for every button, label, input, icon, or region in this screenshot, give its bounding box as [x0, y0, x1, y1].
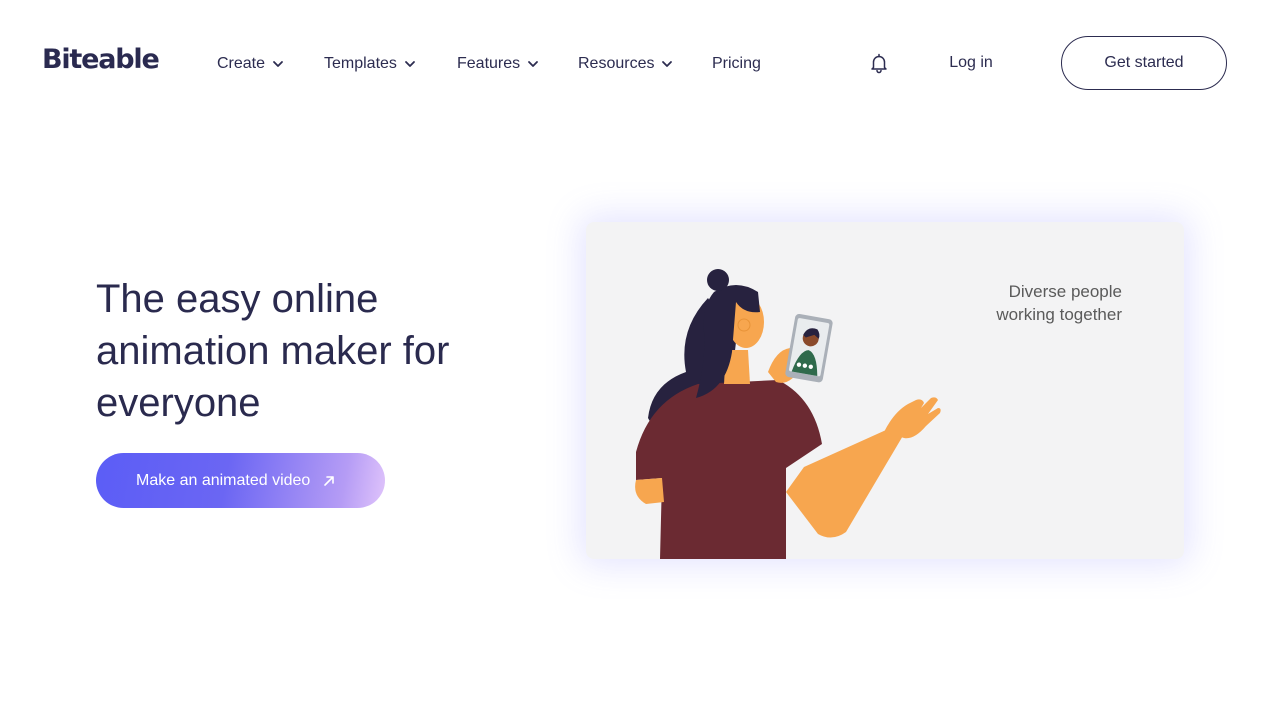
nav-item-label: Features [457, 55, 521, 72]
nav-item-label: Resources [578, 55, 655, 72]
bell-icon[interactable] [868, 52, 890, 74]
login-link[interactable]: Log in [936, 51, 1006, 75]
nav-item-label: Create [217, 55, 266, 72]
hero-illustration-card: Diverse people working together [586, 222, 1184, 559]
nav-item-label: Pricing [712, 55, 761, 72]
caption-line-2: working together [996, 305, 1122, 324]
nav-item-templates[interactable]: Templates [324, 52, 416, 76]
nav-item-create[interactable]: Create [217, 52, 284, 76]
get-started-button[interactable]: Get started [1061, 36, 1227, 90]
woman-video-call-illustration [635, 269, 941, 559]
page: Biteable Create Templates Features Resou… [0, 0, 1280, 720]
chevron-down-icon [272, 58, 284, 70]
brand-logo[interactable]: Biteable [42, 44, 160, 76]
nav-item-pricing[interactable]: Pricing [712, 52, 761, 76]
site-header: Biteable Create Templates Features Resou… [0, 0, 1280, 126]
nav-item-resources[interactable]: Resources [578, 52, 673, 76]
nav-item-label: Templates [324, 55, 397, 72]
make-animated-video-button[interactable]: Make an animated video [96, 453, 385, 508]
cta-label: Make an animated video [136, 471, 311, 489]
caption-line-1: Diverse people [1008, 282, 1122, 301]
chevron-down-icon [527, 58, 539, 70]
chevron-down-icon [404, 58, 416, 70]
chevron-down-icon [661, 58, 673, 70]
arrow-up-right-icon [322, 474, 336, 488]
nav-item-features[interactable]: Features [457, 52, 539, 76]
hero-title: The easy online animation maker for ever… [96, 277, 450, 425]
illustration-caption: Diverse people working together [922, 280, 1122, 326]
